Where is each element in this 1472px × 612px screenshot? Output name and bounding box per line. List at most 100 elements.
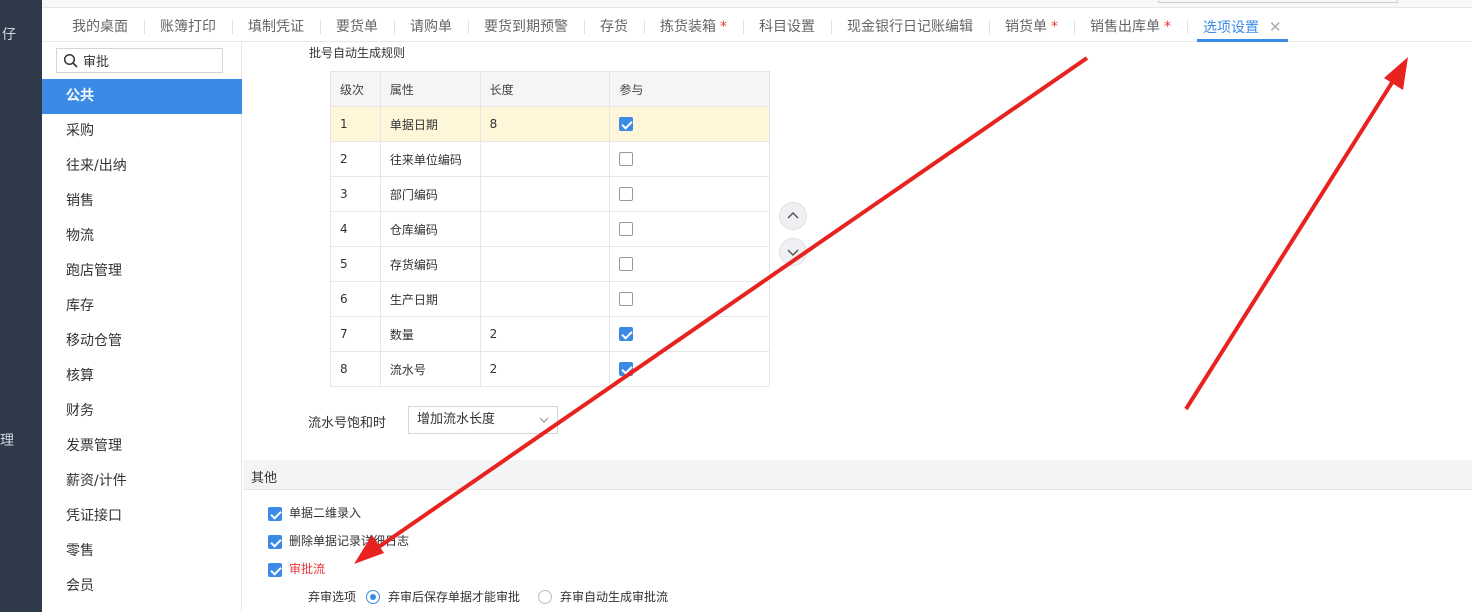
tab-0[interactable]: 我的桌面 xyxy=(56,10,144,42)
options-panel: 批号自动生成规则 级次 属性 长度 参与 1 单据日期 8 2 往来单位编码 3 部门编码 4… xyxy=(243,42,1472,612)
sidebar-item-9[interactable]: 财务 xyxy=(42,394,242,429)
sidebar-item-11[interactable]: 薪资/计件 xyxy=(42,464,242,499)
option-2d-entry-checkbox[interactable] xyxy=(268,506,282,521)
abandon-radio-save-first[interactable] xyxy=(366,589,381,604)
batch-rules-title: 批号自动生成规则 xyxy=(309,46,406,60)
tab-12[interactable]: 选项设置 ✕ xyxy=(1187,10,1298,42)
option-delete-log-label: 删除单据记录详细日志 xyxy=(289,534,410,548)
sidebar-item-3[interactable]: 销售 xyxy=(42,184,242,219)
tab-label: 现金银行日记账编辑 xyxy=(847,19,973,35)
sidebar-item-7[interactable]: 移动仓管 xyxy=(42,324,242,359)
other-section-title: 其他 xyxy=(251,471,278,486)
sidebar-item-14[interactable]: 会员 xyxy=(42,569,242,604)
cell-level: 3 xyxy=(330,176,381,212)
cell-attr: 往来单位编码 xyxy=(379,141,481,177)
cell-length[interactable]: 2 xyxy=(479,316,611,352)
participate-checkbox[interactable] xyxy=(619,362,634,377)
cell-participate xyxy=(609,246,770,282)
cell-length[interactable]: 8 xyxy=(479,106,611,142)
sidebar-item-1[interactable]: 采购 xyxy=(42,114,242,149)
sidebar-item-13[interactable]: 零售 xyxy=(42,534,242,569)
cell-length[interactable] xyxy=(479,176,611,212)
move-down-button[interactable] xyxy=(779,238,807,266)
left-rail-fragment-mid: 理 xyxy=(0,433,14,449)
participate-checkbox[interactable] xyxy=(619,292,634,307)
tab-4[interactable]: 请购单 xyxy=(394,10,468,42)
top-search-box-edge[interactable] xyxy=(1158,0,1398,3)
cell-attr: 数量 xyxy=(379,316,481,352)
other-section-header: 其他 xyxy=(243,460,1472,490)
table-row[interactable]: 3 部门编码 xyxy=(330,176,770,212)
left-rail-fragment-top: 仔 xyxy=(2,27,16,43)
tab-7[interactable]: 拣货装箱 * xyxy=(644,10,743,42)
tab-6[interactable]: 存货 xyxy=(584,10,644,42)
participate-checkbox[interactable] xyxy=(619,222,634,237)
cell-level: 5 xyxy=(330,246,381,282)
tab-10[interactable]: 销货单 * xyxy=(989,10,1074,42)
abandon-radio-save-first-label: 弃审后保存单据才能审批 xyxy=(388,590,521,604)
participate-checkbox[interactable] xyxy=(619,152,634,167)
batch-rules-table: 级次 属性 长度 参与 1 单据日期 8 2 往来单位编码 3 部门编码 4 仓库编码 5 存货编码… xyxy=(330,71,770,387)
tab-9[interactable]: 现金银行日记账编辑 xyxy=(831,10,989,42)
tab-label: 我的桌面 xyxy=(72,19,128,35)
tab-11[interactable]: 销售出库单 * xyxy=(1074,10,1187,42)
sidebar-item-2[interactable]: 往来/出纳 xyxy=(42,149,242,184)
move-up-button[interactable] xyxy=(779,202,807,230)
cell-attr: 部门编码 xyxy=(379,176,481,212)
participate-checkbox[interactable] xyxy=(619,257,634,272)
table-row[interactable]: 5 存货编码 xyxy=(330,246,770,282)
cell-length[interactable] xyxy=(479,141,611,177)
participate-checkbox[interactable] xyxy=(619,327,634,342)
tab-modified-marker: * xyxy=(1164,19,1171,35)
option-approval-flow[interactable]: 审批流 xyxy=(268,560,325,577)
sidebar-search[interactable] xyxy=(56,48,223,73)
tab-5[interactable]: 要货到期预警 xyxy=(468,10,584,42)
sidebar-item-4[interactable]: 物流 xyxy=(42,219,242,254)
cell-length[interactable] xyxy=(479,281,611,317)
cell-length[interactable] xyxy=(479,246,611,282)
saturation-select[interactable]: 增加流水长度 xyxy=(408,406,558,434)
option-2d-entry[interactable]: 单据二维录入 xyxy=(268,504,361,521)
cell-level: 7 xyxy=(330,316,381,352)
table-row[interactable]: 8 流水号 2 xyxy=(330,351,770,387)
tab-label: 销售出库单 xyxy=(1090,19,1160,35)
tab-label: 填制凭证 xyxy=(248,19,304,35)
sidebar-item-12[interactable]: 凭证接口 xyxy=(42,499,242,534)
table-row[interactable]: 2 往来单位编码 xyxy=(330,141,770,177)
cell-length[interactable]: 2 xyxy=(479,351,611,387)
saturation-value: 增加流水长度 xyxy=(417,412,496,427)
option-delete-log-checkbox[interactable] xyxy=(268,534,282,549)
option-2d-entry-label: 单据二维录入 xyxy=(289,506,362,520)
participate-checkbox[interactable] xyxy=(619,187,634,202)
cell-attr: 单据日期 xyxy=(379,106,481,142)
sidebar-item-8[interactable]: 核算 xyxy=(42,359,242,394)
option-delete-log[interactable]: 删除单据记录详细日志 xyxy=(268,532,409,549)
abandon-radio-auto-flow[interactable] xyxy=(538,589,553,604)
option-approval-flow-checkbox[interactable] xyxy=(268,562,282,577)
tab-label: 存货 xyxy=(600,19,628,35)
participate-checkbox[interactable] xyxy=(619,117,634,132)
close-icon[interactable]: ✕ xyxy=(1269,18,1282,36)
cell-length[interactable] xyxy=(479,211,611,247)
col-header-participate: 参与 xyxy=(609,71,770,107)
tab-modified-marker: * xyxy=(1051,19,1058,35)
tab-3[interactable]: 要货单 xyxy=(320,10,394,42)
sidebar-item-10[interactable]: 发票管理 xyxy=(42,429,242,464)
table-row[interactable]: 1 单据日期 8 xyxy=(330,106,770,142)
tab-2[interactable]: 填制凭证 xyxy=(232,10,320,42)
tab-1[interactable]: 账簿打印 xyxy=(144,10,232,42)
cell-level: 8 xyxy=(330,351,381,387)
sidebar-list: 公共 采购 往来/出纳 销售 物流 跑店管理 库存 移动仓管 核算 财务 发票管理 薪资/计件 凭证接口… xyxy=(42,79,242,604)
table-row[interactable]: 6 生产日期 xyxy=(330,281,770,317)
sidebar-item-6[interactable]: 库存 xyxy=(42,289,242,324)
cell-level: 1 xyxy=(330,106,381,142)
chevron-down-icon xyxy=(787,249,799,257)
table-row[interactable]: 4 仓库编码 xyxy=(330,211,770,247)
sidebar-item-0[interactable]: 公共 xyxy=(42,79,242,114)
tab-8[interactable]: 科目设置 xyxy=(743,10,831,42)
options-sidebar: 公共采购往来/出纳销售物流跑店管理库存移动仓管核算财务发票管理薪资/计件凭证接口… xyxy=(42,42,242,612)
cell-level: 2 xyxy=(330,141,381,177)
sidebar-item-5[interactable]: 跑店管理 xyxy=(42,254,242,289)
table-row[interactable]: 7 数量 2 xyxy=(330,316,770,352)
sidebar-search-input[interactable] xyxy=(83,51,218,70)
